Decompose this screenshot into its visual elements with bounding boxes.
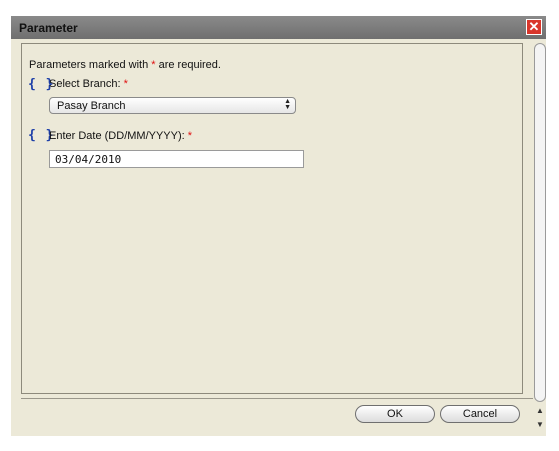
updown-arrows-icon: ▲ ▼ — [284, 98, 291, 111]
scroll-up-icon[interactable]: ▲ — [534, 405, 546, 417]
required-note-suffix: are required. — [155, 59, 221, 71]
date-label-text: Enter Date (DD/MM/YYYY): — [49, 130, 185, 142]
branch-label-text: Select Branch: — [49, 78, 121, 90]
branch-label: Select Branch: * — [49, 78, 128, 90]
required-note-prefix: Parameters marked with — [29, 59, 152, 71]
date-required-star: * — [187, 130, 193, 142]
close-icon: ✕ — [528, 19, 540, 34]
cancel-button[interactable]: Cancel — [440, 405, 520, 423]
date-label: Enter Date (DD/MM/YYYY): * — [49, 130, 192, 142]
ok-button[interactable]: OK — [355, 405, 435, 423]
parameter-dialog: Parameter ✕ Parameters marked with * are… — [11, 16, 546, 436]
close-button[interactable]: ✕ — [526, 19, 542, 35]
branch-select[interactable]: Pasay Branch ▲ ▼ — [49, 97, 296, 114]
vertical-scrollbar[interactable]: ▲ ▼ — [534, 43, 546, 435]
scroll-down-icon[interactable]: ▼ — [534, 419, 546, 431]
branch-select-value: Pasay Branch — [57, 100, 126, 112]
footer-divider — [21, 398, 533, 399]
scroll-track[interactable] — [534, 43, 546, 402]
dialog-title: Parameter — [19, 21, 78, 35]
branch-required-star: * — [123, 78, 128, 90]
parameter-panel: Parameters marked with * are required. {… — [21, 43, 523, 394]
date-input[interactable]: 03/04/2010 — [49, 150, 304, 168]
required-note: Parameters marked with * are required. — [29, 59, 221, 71]
title-bar[interactable]: Parameter ✕ — [11, 16, 546, 39]
